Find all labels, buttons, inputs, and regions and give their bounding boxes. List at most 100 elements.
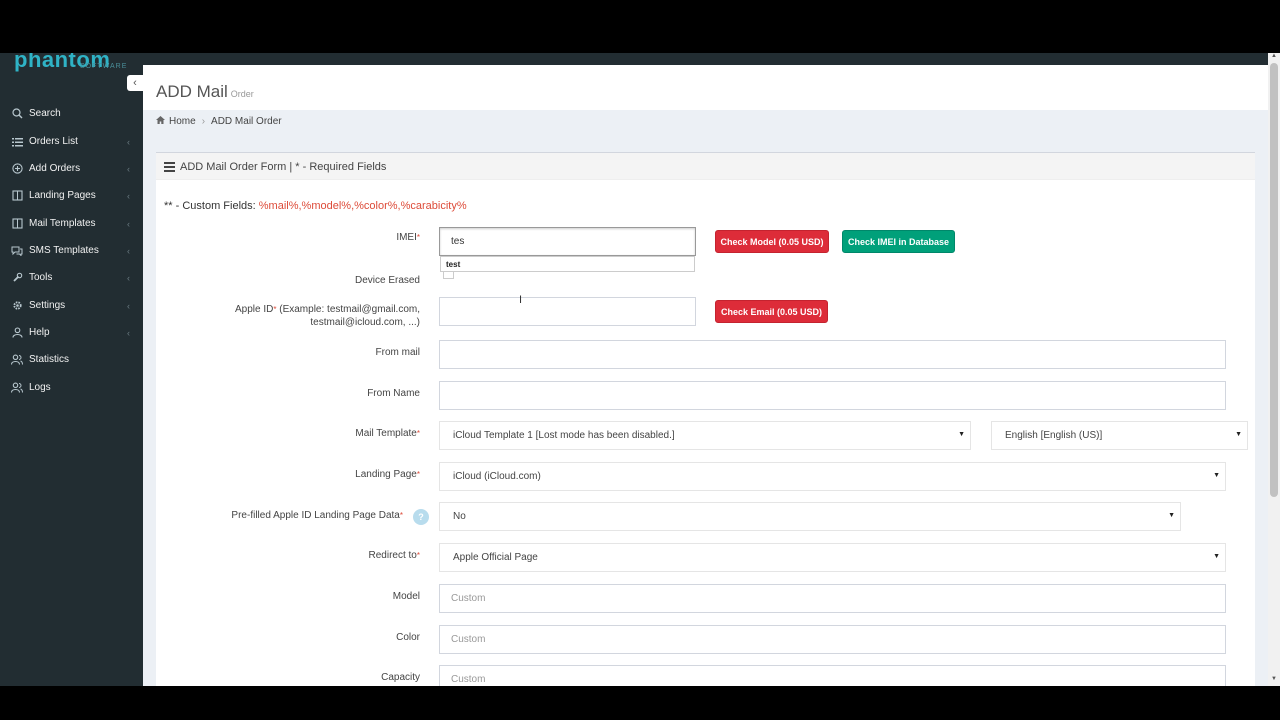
sidebar-item-logs[interactable]: Logs <box>0 374 143 401</box>
required-mark: * <box>416 233 420 242</box>
page-title: ADD Mail Order <box>156 82 254 102</box>
landing-page-label-text: Landing Page <box>355 469 417 480</box>
app-window: phantom SOFTWARE Search Orders List ‹ Ad… <box>0 53 1280 686</box>
breadcrumb: Home › ADD Mail Order <box>156 116 282 127</box>
dropdown-arrow-icon: ▼ <box>1213 553 1220 560</box>
custom-fields-label: ** - Custom Fields: <box>164 200 256 212</box>
dropdown-arrow-icon: ▼ <box>958 431 965 438</box>
list-icon <box>11 136 23 148</box>
prefilled-value: No <box>453 511 466 522</box>
dropdown-arrow-icon: ▼ <box>1213 472 1220 479</box>
check-imei-database-button[interactable]: Check IMEI in Database <box>842 230 955 253</box>
box-title: ADD Mail Order Form | * - Required Field… <box>164 160 386 174</box>
required-mark: * <box>416 429 420 438</box>
required-mark: * <box>416 551 420 560</box>
prefilled-select[interactable]: No ▼ <box>439 502 1181 531</box>
check-email-button[interactable]: Check Email (0.05 USD) <box>715 300 828 323</box>
apple-id-label-text: Apple ID <box>234 304 274 315</box>
required-mark: * <box>416 470 420 479</box>
sidebar-item-statistics[interactable]: Statistics <box>0 346 143 373</box>
scroll-up-icon[interactable]: ▲ <box>1268 53 1280 63</box>
sidebar-item-orders-list[interactable]: Orders List ‹ <box>0 128 143 155</box>
wrench-icon <box>11 272 23 284</box>
form-box: ADD Mail Order Form | * - Required Field… <box>156 152 1255 686</box>
chevron-left-icon: ‹ <box>127 163 130 174</box>
color-label: Color <box>396 632 420 643</box>
top-navbar <box>143 53 1268 65</box>
sidebar-item-mail-templates[interactable]: Mail Templates ‹ <box>0 210 143 237</box>
chevron-left-icon: ‹ <box>127 327 130 338</box>
text-cursor-icon: I <box>519 294 523 306</box>
landing-page-select[interactable]: iCloud (iCloud.com) ▼ <box>439 462 1226 491</box>
chevron-left-icon: ‹ <box>127 300 130 311</box>
color-input[interactable]: Custom <box>439 625 1226 654</box>
chevron-left-icon: ‹ <box>127 136 130 147</box>
from-name-input[interactable] <box>439 381 1226 410</box>
sidebar-item-label: Settings <box>29 300 66 311</box>
sidebar-item-label: SMS Templates <box>29 245 99 256</box>
scrollbar-thumb[interactable] <box>1270 63 1278 497</box>
sidebar-item-label: Help <box>29 327 50 338</box>
apple-id-hint: (Example: testmail@gmail.com, testmail@i… <box>279 304 420 328</box>
breadcrumb-current: ADD Mail Order <box>211 116 282 127</box>
sidebar-item-sms-templates[interactable]: SMS Templates ‹ <box>0 237 143 264</box>
user-icon <box>11 327 23 339</box>
sidebar-item-tools[interactable]: Tools ‹ <box>0 264 143 291</box>
imei-input[interactable]: tes <box>439 227 696 256</box>
from-mail-label: From mail <box>375 347 420 358</box>
scroll-down-icon[interactable]: ▼ <box>1268 676 1280 686</box>
prefilled-label-text: Pre-filled Apple ID Landing Page Data <box>231 510 400 521</box>
redirect-to-select[interactable]: Apple Official Page ▼ <box>439 543 1226 572</box>
sidebar-item-label: Orders List <box>29 136 78 147</box>
custom-fields-note: ** - Custom Fields: %mail%,%model%,%colo… <box>164 200 467 212</box>
model-input[interactable]: Custom <box>439 584 1226 613</box>
sidebar-item-help[interactable]: Help ‹ <box>0 319 143 346</box>
book-icon <box>11 190 23 202</box>
help-icon[interactable]: ? <box>413 509 429 525</box>
capacity-input[interactable]: Custom <box>439 665 1226 686</box>
sidebar: phantom SOFTWARE Search Orders List ‹ Ad… <box>0 53 143 686</box>
users-icon <box>11 354 23 366</box>
sidebar-item-label: Add Orders <box>29 163 81 174</box>
sidebar-item-label: Logs <box>29 382 51 393</box>
chevron-left-icon: ‹ <box>127 218 130 229</box>
from-mail-input[interactable] <box>439 340 1226 369</box>
dropdown-arrow-icon: ▼ <box>1168 512 1175 519</box>
box-header: ADD Mail Order Form | * - Required Field… <box>156 153 1255 180</box>
page-scrollbar[interactable]: ▲ ▼ <box>1268 53 1280 686</box>
imei-label-text: IMEI <box>396 232 417 243</box>
sidebar-toggle-button[interactable]: ‹ <box>127 75 143 91</box>
required-mark: * <box>399 511 403 520</box>
comments-icon <box>11 245 23 257</box>
custom-fields-value: %mail%,%model%,%color%,%carabicity% <box>258 200 467 212</box>
required-mark: * <box>273 305 277 314</box>
chevron-left-icon: ‹ <box>133 77 137 89</box>
sidebar-item-search[interactable]: Search <box>0 100 143 127</box>
chevron-left-icon: ‹ <box>127 272 130 283</box>
apple-id-label: Apple ID* (Example: testmail@gmail.com, … <box>156 303 420 329</box>
menu-icon <box>164 160 175 174</box>
dropdown-arrow-icon: ▼ <box>1235 431 1242 438</box>
check-model-button[interactable]: Check Model (0.05 USD) <box>715 230 829 253</box>
users-icon <box>11 382 23 394</box>
device-erased-checkbox[interactable] <box>443 272 454 279</box>
mail-template-label-text: Mail Template <box>355 428 417 439</box>
sidebar-item-label: Tools <box>29 272 53 283</box>
landing-page-value: iCloud (iCloud.com) <box>453 471 541 482</box>
apple-id-input[interactable] <box>439 297 696 326</box>
page-header: ADD Mail Order <box>143 65 1268 110</box>
chevron-left-icon: ‹ <box>127 245 130 256</box>
imei-autocomplete-suggestion[interactable]: test <box>440 256 695 272</box>
box-title-text: ADD Mail Order Form | * - Required Field… <box>180 161 387 173</box>
sidebar-item-landing-pages[interactable]: Landing Pages ‹ <box>0 182 143 209</box>
language-select[interactable]: English [English (US)] ▼ <box>991 421 1248 450</box>
sidebar-item-add-orders[interactable]: Add Orders ‹ <box>0 155 143 182</box>
sidebar-item-settings[interactable]: Settings ‹ <box>0 292 143 319</box>
from-name-label: From Name <box>367 388 420 399</box>
breadcrumb-home-link[interactable]: Home <box>169 116 196 127</box>
logo-subtitle: SOFTWARE <box>80 63 128 70</box>
book-icon <box>11 218 23 230</box>
sidebar-item-label: Search <box>29 108 61 119</box>
redirect-to-value: Apple Official Page <box>453 552 538 563</box>
mail-template-select[interactable]: iCloud Template 1 [Lost mode has been di… <box>439 421 971 450</box>
